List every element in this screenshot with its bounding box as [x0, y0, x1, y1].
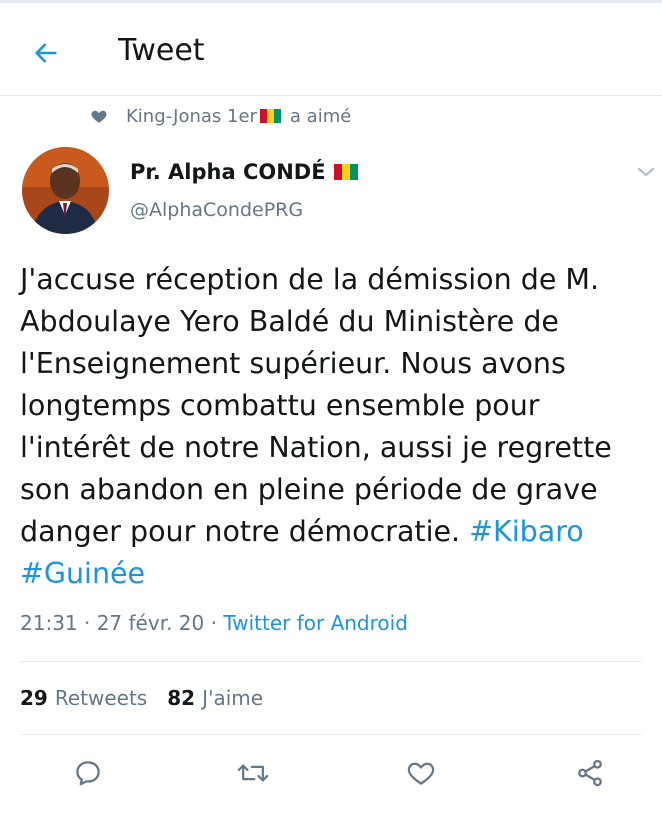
- likes-stat[interactable]: 82 J'aime: [167, 686, 263, 710]
- liked-action-label: a aimé: [289, 105, 352, 127]
- divider: [20, 734, 642, 735]
- tweet-text: J'accuse réception de la démission de M.…: [20, 259, 650, 595]
- author-name-text[interactable]: Pr. Alpha CONDÉ: [130, 160, 326, 184]
- liked-by-user[interactable]: King-Jonas 1er: [126, 106, 257, 127]
- reply-icon: [76, 761, 100, 786]
- tweet-text-line: son abandon en pleine période de grave: [20, 473, 598, 506]
- author-name[interactable]: Pr. Alpha CONDÉ: [130, 160, 361, 184]
- retweet-button[interactable]: [236, 756, 270, 790]
- heart-icon: [91, 110, 107, 123]
- top-app-bar: Tweet: [0, 0, 662, 96]
- share-button[interactable]: [573, 756, 607, 790]
- screen-title: Tweet: [118, 33, 205, 68]
- tweet-text-line: l'intérêt de notre Nation, aussi je regr…: [20, 431, 612, 464]
- tweet-source-link[interactable]: Twitter for Android: [223, 611, 408, 635]
- social-context[interactable]: King-Jonas 1er a aimé: [90, 102, 351, 130]
- avatar[interactable]: [22, 147, 109, 234]
- guinea-flag-icon: [259, 109, 281, 123]
- guinea-flag-icon: [333, 164, 358, 180]
- chevron-down-icon: [638, 168, 654, 176]
- likes-label: J'aime: [202, 686, 264, 710]
- retweet-icon: [237, 764, 269, 782]
- divider: [20, 661, 642, 662]
- tweet-meta: 21:31 · 27 févr. 20 · Twitter for Androi…: [20, 611, 408, 635]
- arrow-left-icon: [35, 43, 57, 63]
- author-handle[interactable]: @AlphaCondePRG: [130, 199, 303, 221]
- tweet-options-button[interactable]: [636, 162, 656, 182]
- tweet-text-line: l'Enseignement supérieur. Nous avons: [20, 347, 566, 380]
- hashtag-link[interactable]: #Guinée: [20, 557, 145, 590]
- retweets-label: Retweets: [54, 686, 148, 710]
- like-button[interactable]: [404, 756, 438, 790]
- like-icon: [407, 762, 435, 785]
- retweets-count: 29: [20, 686, 48, 710]
- tweet-text-line: J'accuse réception de la démission de M.: [20, 263, 600, 296]
- tweet-stats: 29 Retweets 82 J'aime: [20, 686, 283, 710]
- tweet-text-line: longtemps combattu ensemble pour: [20, 389, 540, 422]
- tweet-text-line: Abdoulaye Yero Baldé du Ministère de: [20, 305, 559, 338]
- back-button[interactable]: [28, 35, 64, 71]
- tweet-text-line: danger pour notre démocratie.: [20, 515, 470, 548]
- likes-count: 82: [167, 686, 196, 710]
- tweet-timestamp: 21:31 · 27 févr. 20 ·: [20, 611, 224, 635]
- hashtag-link[interactable]: #Kibaro: [469, 515, 584, 548]
- reply-button[interactable]: [71, 756, 105, 790]
- share-icon: [578, 759, 602, 787]
- retweets-stat[interactable]: 29 Retweets: [20, 686, 147, 710]
